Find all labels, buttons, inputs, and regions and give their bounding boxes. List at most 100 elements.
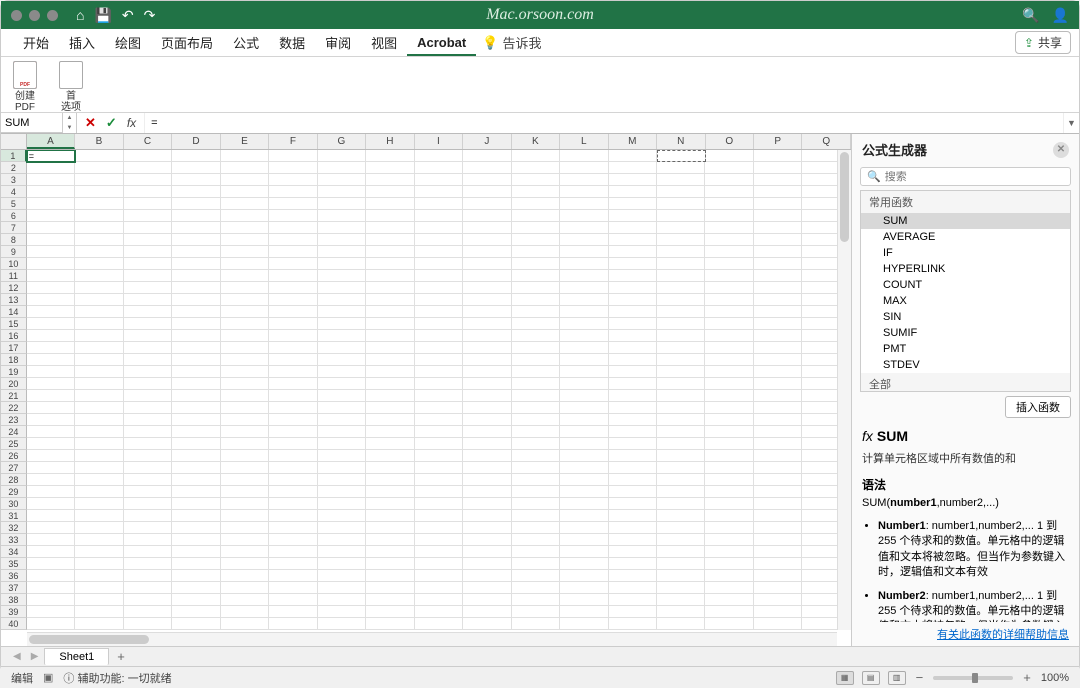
cell[interactable] [75, 234, 123, 246]
row-header[interactable]: 14 [1, 306, 27, 318]
cell[interactable] [415, 354, 463, 366]
cell[interactable] [657, 618, 705, 630]
cell[interactable] [75, 150, 123, 162]
cell[interactable] [75, 486, 123, 498]
cell[interactable] [463, 486, 511, 498]
cell[interactable] [27, 306, 75, 318]
cell[interactable] [318, 174, 366, 186]
cell[interactable] [75, 162, 123, 174]
cell[interactable] [124, 366, 172, 378]
cell[interactable] [705, 198, 753, 210]
cell[interactable] [609, 366, 657, 378]
cell[interactable] [75, 594, 123, 606]
cell[interactable] [657, 570, 705, 582]
cell[interactable] [512, 222, 560, 234]
cell[interactable] [269, 306, 317, 318]
column-header[interactable]: I [415, 134, 463, 149]
cell[interactable] [463, 282, 511, 294]
cell[interactable] [27, 486, 75, 498]
cell[interactable] [415, 342, 463, 354]
cell[interactable] [269, 378, 317, 390]
cell[interactable] [75, 462, 123, 474]
create-pdf-button[interactable]: 创建 PDF [11, 61, 39, 113]
cell[interactable] [366, 150, 414, 162]
cell[interactable] [221, 174, 269, 186]
cell[interactable] [705, 450, 753, 462]
cell[interactable] [172, 234, 220, 246]
cell[interactable] [512, 390, 560, 402]
row-header[interactable]: 3 [1, 174, 27, 186]
cell[interactable] [754, 150, 802, 162]
cell[interactable] [754, 474, 802, 486]
column-header[interactable]: N [657, 134, 705, 149]
cell[interactable] [463, 582, 511, 594]
row-header[interactable]: 1 [1, 150, 27, 162]
cell[interactable] [657, 282, 705, 294]
cell[interactable] [754, 606, 802, 618]
cell[interactable] [221, 210, 269, 222]
cell[interactable] [512, 162, 560, 174]
cell[interactable] [754, 390, 802, 402]
cell[interactable] [463, 498, 511, 510]
cell[interactable] [560, 186, 608, 198]
cell[interactable] [366, 198, 414, 210]
cell[interactable] [463, 354, 511, 366]
cell[interactable] [609, 294, 657, 306]
cell[interactable] [415, 570, 463, 582]
cell[interactable] [221, 318, 269, 330]
function-list-item[interactable]: AVERAGE [861, 229, 1070, 245]
cell[interactable] [754, 282, 802, 294]
function-list-item[interactable]: IF [861, 245, 1070, 261]
cell[interactable] [754, 582, 802, 594]
cell[interactable] [318, 474, 366, 486]
row-header[interactable]: 17 [1, 342, 27, 354]
ribbon-tab[interactable]: 插入 [59, 29, 105, 56]
cell[interactable] [75, 606, 123, 618]
cell[interactable] [221, 510, 269, 522]
cell[interactable] [512, 522, 560, 534]
cell[interactable] [172, 342, 220, 354]
preferences-button[interactable]: 首 选项 [57, 61, 85, 113]
cell[interactable] [512, 186, 560, 198]
cell[interactable] [657, 486, 705, 498]
cell[interactable] [221, 582, 269, 594]
column-header[interactable]: F [269, 134, 317, 149]
row-header[interactable]: 2 [1, 162, 27, 174]
cell[interactable] [172, 486, 220, 498]
row-header[interactable]: 28 [1, 474, 27, 486]
cell[interactable] [318, 390, 366, 402]
cell[interactable] [318, 486, 366, 498]
cell[interactable] [657, 414, 705, 426]
cell[interactable] [75, 294, 123, 306]
cell[interactable] [415, 198, 463, 210]
cell[interactable] [512, 606, 560, 618]
cell[interactable] [609, 162, 657, 174]
cell[interactable] [172, 474, 220, 486]
cell[interactable] [415, 222, 463, 234]
row-header[interactable]: 30 [1, 498, 27, 510]
cell[interactable] [124, 582, 172, 594]
cell[interactable] [463, 330, 511, 342]
cell[interactable] [609, 306, 657, 318]
cell[interactable] [512, 198, 560, 210]
function-list-item[interactable]: MAX [861, 293, 1070, 309]
cell[interactable] [512, 498, 560, 510]
cell[interactable] [366, 318, 414, 330]
cell[interactable] [463, 162, 511, 174]
cell[interactable] [609, 342, 657, 354]
cell[interactable] [754, 594, 802, 606]
cell[interactable] [754, 258, 802, 270]
row-header[interactable]: 40 [1, 618, 27, 630]
function-list-item[interactable]: PMT [861, 341, 1070, 357]
cell[interactable] [318, 330, 366, 342]
redo-icon[interactable]: ↷ [144, 7, 156, 24]
column-header[interactable]: B [75, 134, 123, 149]
cell[interactable] [609, 282, 657, 294]
cell[interactable] [754, 354, 802, 366]
cell[interactable] [754, 486, 802, 498]
cell[interactable] [27, 342, 75, 354]
row-header[interactable]: 19 [1, 366, 27, 378]
function-list-item[interactable]: SUM [861, 213, 1070, 229]
cell[interactable] [705, 414, 753, 426]
cell[interactable] [705, 306, 753, 318]
